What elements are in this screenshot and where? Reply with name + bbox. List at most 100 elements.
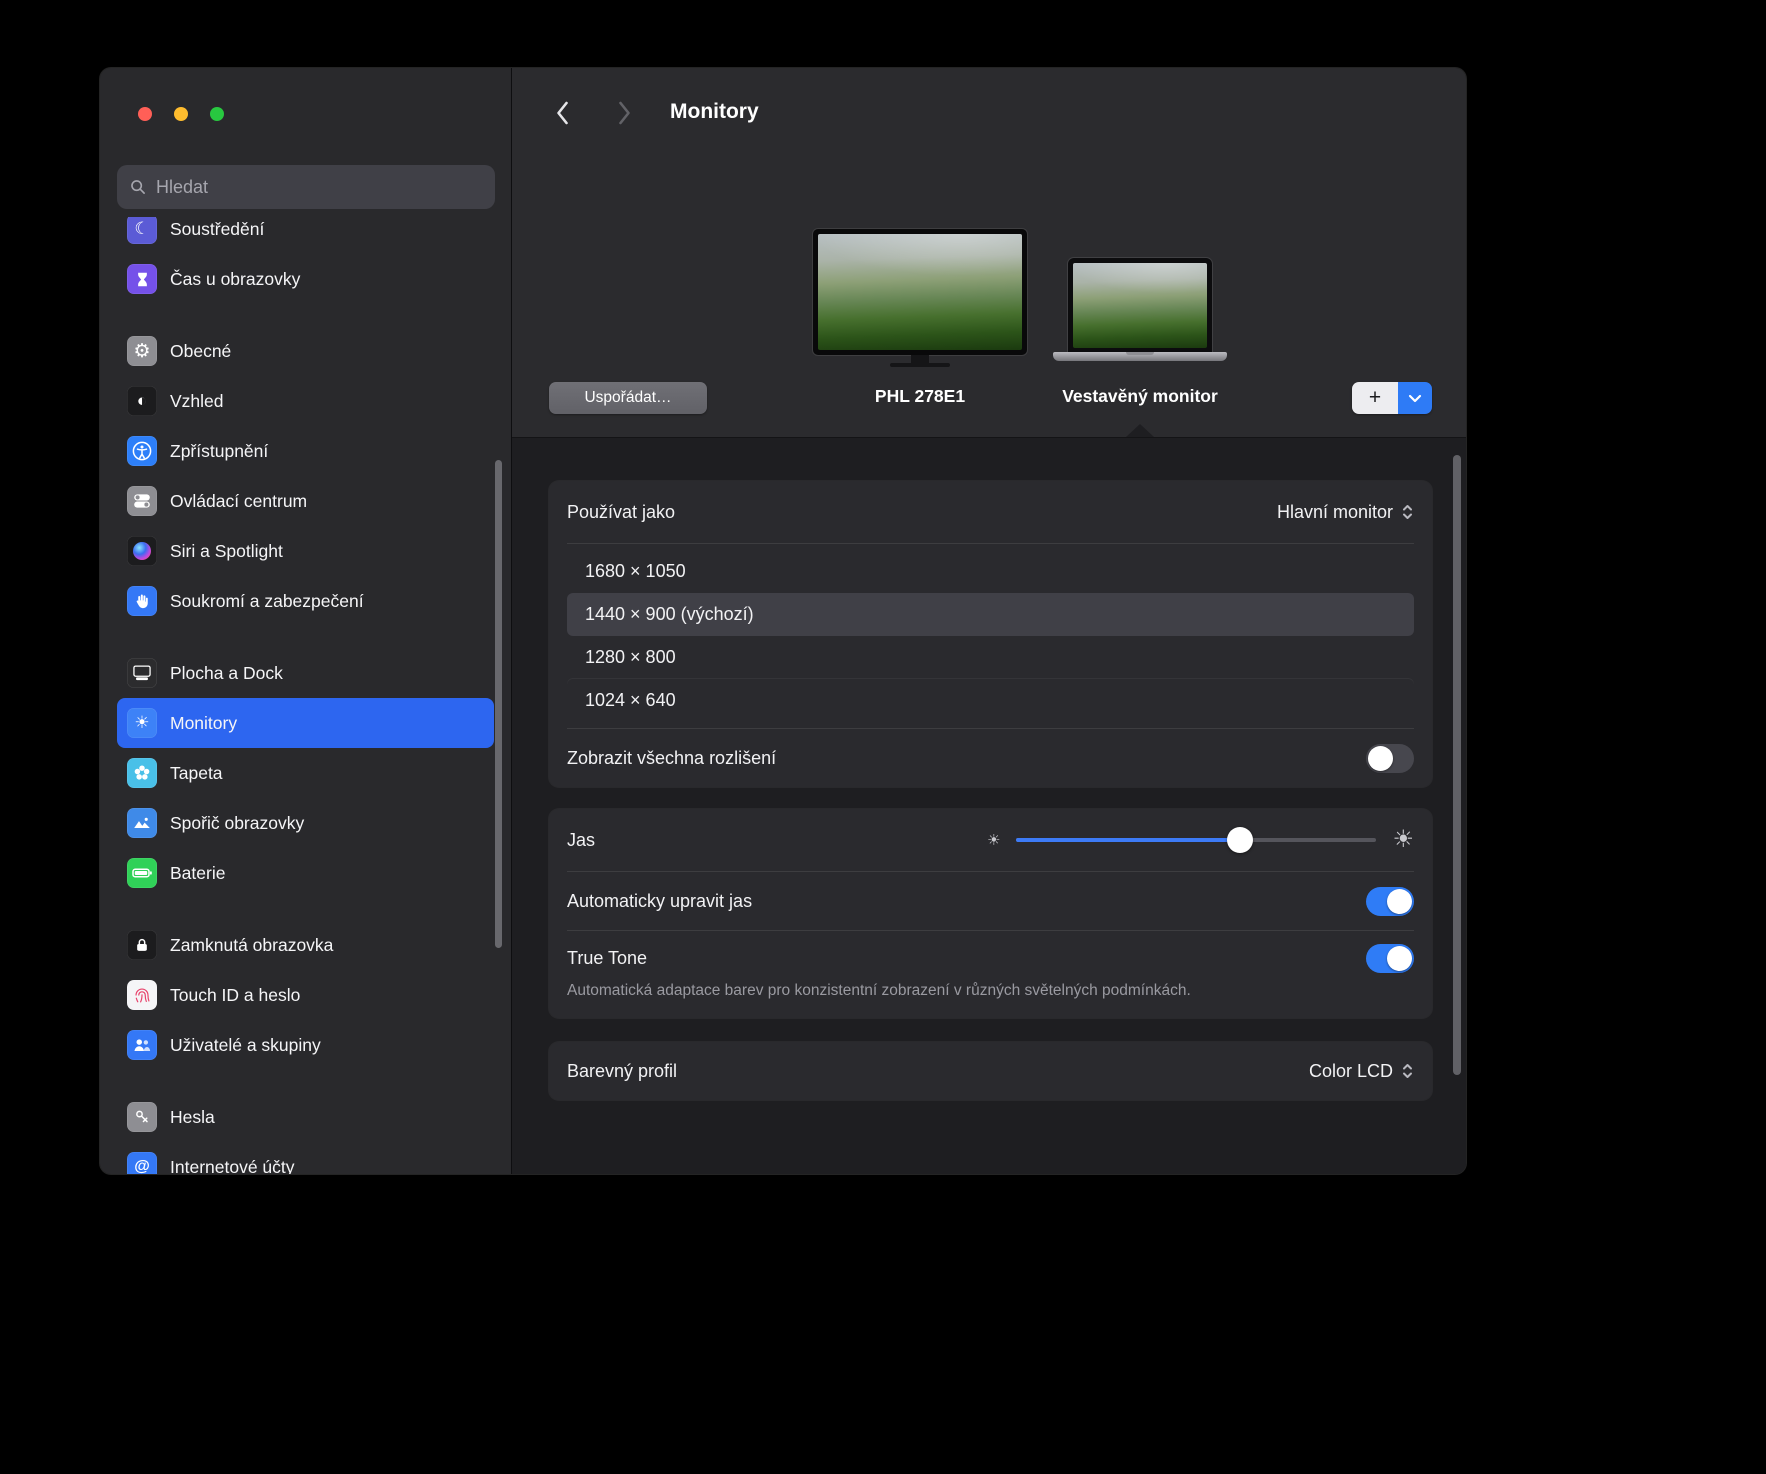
internet-accounts-icon: @ bbox=[127, 1152, 157, 1174]
resolution-option[interactable]: 1680 × 1050 bbox=[567, 550, 1414, 593]
brightness-slider[interactable] bbox=[1016, 827, 1377, 853]
auto-brightness-toggle[interactable] bbox=[1366, 886, 1414, 916]
sidebar-item-hesla[interactable]: Hesla bbox=[117, 1092, 494, 1142]
resolution-label: 1680 × 1050 bbox=[585, 561, 686, 581]
builtin-display-thumbnail[interactable] bbox=[1068, 258, 1212, 352]
true-tone-toggle[interactable] bbox=[1366, 944, 1414, 973]
brightness-low-icon: ☀ bbox=[987, 831, 1001, 849]
search-input[interactable] bbox=[156, 176, 483, 198]
external-display-thumbnail[interactable] bbox=[813, 229, 1027, 355]
displays-sun-icon: ☀ bbox=[127, 708, 157, 738]
brightness-slider-fill bbox=[1016, 838, 1240, 842]
use-as-row: Používat jako Hlavní monitor bbox=[549, 481, 1432, 543]
use-as-value: Hlavní monitor bbox=[1276, 501, 1393, 522]
show-all-resolutions-label: Zobrazit všechna rozlišení bbox=[567, 747, 777, 768]
sidebar-item-baterie[interactable]: Baterie bbox=[117, 848, 494, 898]
screen-saver-icon bbox=[127, 808, 157, 838]
resolution-option[interactable]: 1024 × 640 bbox=[567, 679, 1414, 722]
main-scrollbar[interactable] bbox=[1453, 455, 1461, 1075]
minimize-button[interactable] bbox=[174, 107, 188, 121]
sidebar-group: Hesla @ Internetové účty bbox=[117, 1092, 494, 1174]
focus-moon-icon: ☾ bbox=[127, 217, 157, 244]
sidebar-item-label: Ovládací centrum bbox=[170, 490, 308, 511]
sidebar-item-label: Hesla bbox=[170, 1106, 215, 1127]
sidebar-item-label: Zpřístupnění bbox=[170, 440, 269, 461]
back-button[interactable] bbox=[552, 99, 572, 127]
sidebar-item-internetove-ucty[interactable]: @ Internetové účty bbox=[117, 1142, 494, 1174]
main-panel: Monitory PHL 278E1 Vestavěný monitor Usp… bbox=[512, 68, 1466, 1174]
sidebar-item-uzivatele-a-skupiny[interactable]: Uživatelé a skupiny bbox=[117, 1020, 494, 1070]
touch-id-fingerprint-icon bbox=[127, 980, 157, 1010]
use-as-popup[interactable]: Hlavní monitor bbox=[1277, 502, 1414, 523]
sidebar-item-label: Monitory bbox=[170, 712, 238, 733]
arrange-displays-button[interactable]: Uspořádat… bbox=[549, 382, 707, 414]
sidebar-item-zpristupneni[interactable]: Zpřístupnění bbox=[117, 426, 494, 476]
sidebar-item-obecne[interactable]: ⚙ Obecné bbox=[117, 326, 494, 376]
sidebar-item-label: Baterie bbox=[170, 862, 226, 883]
sidebar-item-label: Tapeta bbox=[170, 762, 223, 783]
sidebar-item-tapeta[interactable]: Tapeta bbox=[117, 748, 494, 798]
screen-time-hourglass-icon bbox=[127, 264, 157, 294]
zoom-button[interactable] bbox=[210, 107, 224, 121]
external-display-wallpaper bbox=[818, 234, 1022, 350]
sidebar-item-zamknuta-obrazovka[interactable]: Zamknutá obrazovka bbox=[117, 920, 494, 970]
resolution-option[interactable]: 1440 × 900 (výchozí) bbox=[567, 593, 1414, 636]
resolution-option[interactable]: 1280 × 800 bbox=[567, 636, 1414, 679]
external-display-stand-base bbox=[890, 363, 950, 367]
display-preview-header: Monitory PHL 278E1 Vestavěný monitor Usp… bbox=[512, 68, 1466, 437]
brightness-slider-knob[interactable] bbox=[1226, 827, 1253, 853]
sidebar-item-ovladaci-centrum[interactable]: Ovládací centrum bbox=[117, 476, 494, 526]
sidebar-item-label: Internetové účty bbox=[170, 1156, 295, 1175]
battery-icon bbox=[127, 858, 157, 888]
brightness-row: Jas ☀ ☀ bbox=[549, 809, 1432, 871]
auto-brightness-row: Automaticky upravit jas bbox=[549, 872, 1432, 930]
toggle-knob bbox=[1387, 946, 1412, 971]
true-tone-label: True Tone bbox=[567, 948, 648, 968]
sidebar-scrollbar[interactable] bbox=[495, 460, 502, 948]
appearance-icon: ◐ bbox=[127, 386, 157, 416]
toggle-knob bbox=[1387, 888, 1412, 914]
window-controls bbox=[138, 107, 224, 121]
sidebar-item-siri-a-spotlight[interactable]: Siri a Spotlight bbox=[117, 526, 494, 576]
sidebar-item-label: Soustředění bbox=[170, 218, 265, 239]
sidebar-item-label: Uživatelé a skupiny bbox=[170, 1034, 321, 1055]
users-groups-icon bbox=[127, 1030, 157, 1060]
display-settings-card: Používat jako Hlavní monitor 1680 × 1050… bbox=[549, 481, 1432, 787]
sidebar-item-label: Touch ID a heslo bbox=[170, 984, 301, 1005]
search-field[interactable] bbox=[117, 165, 495, 209]
search-icon bbox=[129, 178, 147, 196]
popup-chevrons-icon bbox=[1403, 505, 1412, 519]
sidebar-item-soukromi-a-zabezpeceni[interactable]: Soukromí a zabezpečení bbox=[117, 576, 494, 626]
add-display-button[interactable]: + bbox=[1352, 382, 1398, 414]
show-all-resolutions-toggle[interactable] bbox=[1366, 743, 1414, 773]
show-all-resolutions-row: Zobrazit všechna rozlišení bbox=[549, 729, 1432, 787]
system-settings-window: ☾ Soustředění Čas u obrazovky ⚙ Obecné ◐ Vzhle… bbox=[100, 68, 1466, 1174]
builtin-display-label: Vestavěný monitor bbox=[1062, 386, 1218, 406]
brightness-label: Jas bbox=[567, 829, 596, 850]
color-profile-popup[interactable]: Color LCD bbox=[1309, 1061, 1414, 1082]
brightness-slider-area: ☀ ☀ bbox=[987, 826, 1414, 853]
color-profile-row: Barevný profil Color LCD bbox=[549, 1042, 1432, 1100]
sidebar-item-label: Vzhled bbox=[170, 390, 224, 411]
sidebar-item-cas-u-obrazovky[interactable]: Čas u obrazovky bbox=[117, 254, 494, 304]
resolution-label: 1440 × 900 (výchozí) bbox=[585, 604, 754, 624]
sidebar-item-vzhled[interactable]: ◐ Vzhled bbox=[117, 376, 494, 426]
add-display-menu-button[interactable] bbox=[1398, 382, 1432, 414]
sidebar-item-sporic-obrazovky[interactable]: Spořič obrazovky bbox=[117, 798, 494, 848]
brightness-high-icon: ☀ bbox=[1392, 826, 1414, 853]
sidebar-item-touch-id-a-heslo[interactable]: Touch ID a heslo bbox=[117, 970, 494, 1020]
privacy-hand-icon bbox=[127, 586, 157, 616]
sidebar-item-soustredeni[interactable]: ☾ Soustředění bbox=[117, 217, 494, 254]
sidebar-item-monitory[interactable]: ☀ Monitory bbox=[117, 698, 494, 748]
forward-button[interactable] bbox=[615, 99, 635, 127]
sidebar-item-label: Spořič obrazovky bbox=[170, 812, 305, 833]
control-center-icon bbox=[127, 486, 157, 516]
use-as-label: Používat jako bbox=[567, 501, 676, 522]
brightness-card: Jas ☀ ☀ Automaticky upravit jas True Ton… bbox=[549, 809, 1432, 1019]
close-button[interactable] bbox=[138, 107, 152, 121]
add-display-control: + bbox=[1352, 382, 1432, 414]
toggle-knob bbox=[1368, 745, 1393, 771]
sidebar-item-plocha-a-dock[interactable]: Plocha a Dock bbox=[117, 648, 494, 698]
sidebar-list: ☾ Soustředění Čas u obrazovky ⚙ Obecné ◐ Vzhle… bbox=[117, 217, 494, 1174]
sidebar-item-label: Plocha a Dock bbox=[170, 662, 283, 683]
